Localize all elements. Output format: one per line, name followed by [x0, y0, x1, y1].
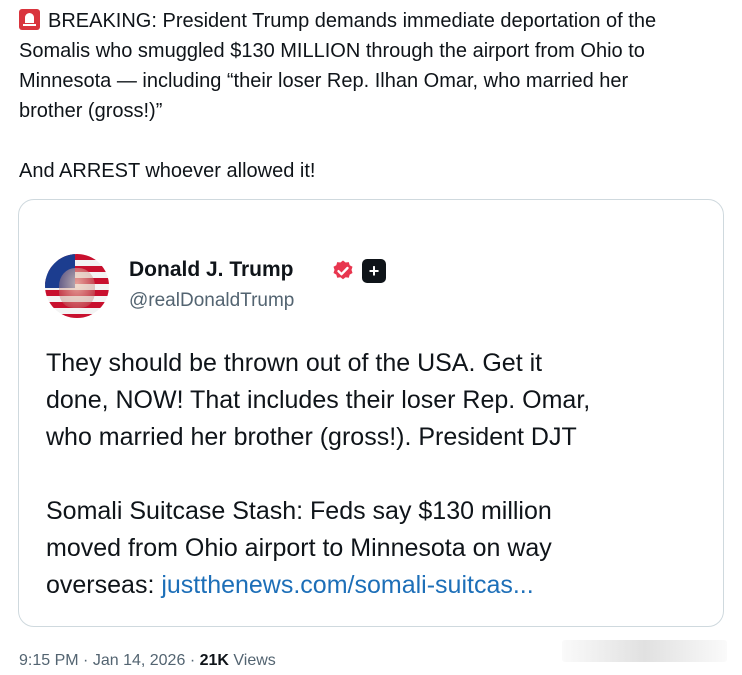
post-meta: 9:15 PM · Jan 14, 2026 · 21K Views	[19, 652, 276, 670]
tweet-line-3: Minnesota — including “their loser Rep. …	[19, 70, 629, 92]
tweet-text: BREAKING: President Trump demands immedi…	[19, 6, 731, 186]
watermark	[562, 640, 727, 662]
avatar-face	[59, 268, 95, 308]
views-label: Views	[233, 652, 276, 669]
article-link[interactable]: justthenews.com/somali-suitcas...	[161, 571, 533, 599]
meta-separator: ·	[189, 652, 196, 669]
handle[interactable]: @realDonaldTrump	[129, 290, 294, 312]
quoted-post-text: They should be thrown out of the USA. Ge…	[46, 345, 706, 604]
verified-badge-icon	[333, 260, 353, 280]
quote-line-6-prefix: overseas:	[46, 571, 162, 599]
quote-line-1: They should be thrown out of the USA. Ge…	[46, 349, 543, 377]
tweet-line-5: And ARREST whoever allowed it!	[19, 160, 316, 182]
post-time[interactable]: 9:15 PM	[19, 652, 79, 669]
plus-badge-icon: +	[362, 259, 386, 283]
quote-line-3: who married her brother (gross!). Presid…	[46, 423, 577, 451]
quote-line-5: moved from Ohio airport to Minnesota on …	[46, 534, 552, 562]
police-siren-icon	[19, 9, 40, 30]
tweet-line-4: brother (gross!)”	[19, 100, 163, 122]
views-count: 21K	[199, 652, 229, 669]
display-name[interactable]: Donald J. Trump	[129, 258, 294, 282]
quote-line-4: Somali Suitcase Stash: Feds say $130 mil…	[46, 497, 552, 525]
tweet-line-2: Somalis who smuggled $130 MILLION throug…	[19, 40, 645, 62]
quote-line-2: done, NOW! That includes their loser Rep…	[46, 386, 591, 414]
quote-line-6: overseas: justthenews.com/somali-suitcas…	[46, 567, 706, 604]
tweet-line: BREAKING: President Trump demands immedi…	[19, 6, 731, 36]
tweet-line-1: BREAKING: President Trump demands immedi…	[48, 10, 657, 32]
quoted-post-card[interactable]: Donald J. Trump + @realDonaldTrump They …	[18, 199, 724, 627]
avatar[interactable]	[45, 254, 109, 318]
meta-separator: ·	[83, 652, 89, 669]
post-date[interactable]: Jan 14, 2026	[93, 652, 186, 669]
